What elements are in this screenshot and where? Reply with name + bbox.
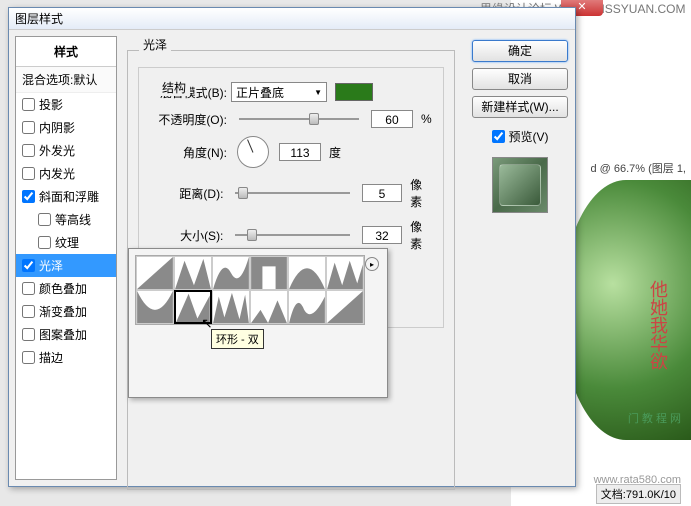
dialog-title: 图层样式 — [9, 8, 575, 30]
blend-defaults[interactable]: 混合选项:默认 — [16, 67, 116, 93]
contour-tooltip: 环形 - 双 — [211, 329, 264, 349]
color-swatch[interactable] — [335, 83, 373, 101]
contour-preset-2[interactable] — [212, 256, 250, 290]
jade-preview — [561, 180, 691, 440]
blend-mode-dropdown[interactable]: 正片叠底 ▼ — [231, 82, 327, 102]
angle-input[interactable]: 113 — [279, 143, 321, 161]
style-item-11[interactable]: 描边 — [16, 346, 116, 369]
size-slider[interactable] — [235, 234, 350, 236]
size-input[interactable]: 32 — [362, 226, 402, 244]
angle-dial[interactable] — [237, 136, 269, 168]
style-item-0[interactable]: 投影 — [16, 93, 116, 116]
opacity-slider[interactable] — [239, 118, 359, 120]
contour-preset-10[interactable] — [288, 290, 326, 324]
contour-preset-9[interactable] — [250, 290, 288, 324]
preview-thumbnail — [492, 157, 548, 213]
cancel-button[interactable]: 取消 — [472, 68, 568, 90]
section-label-structure: 结构 — [158, 79, 190, 96]
contour-preset-3[interactable] — [250, 256, 288, 290]
style-item-8[interactable]: 颜色叠加 — [16, 277, 116, 300]
distance-slider[interactable] — [235, 192, 350, 194]
contour-preset-6[interactable] — [136, 290, 174, 324]
style-item-4[interactable]: 斜面和浮雕 — [16, 185, 116, 208]
new-style-button[interactable]: 新建样式(W)... — [472, 96, 568, 118]
opacity-label: 不透明度(O): — [149, 111, 227, 128]
style-item-10[interactable]: 图案叠加 — [16, 323, 116, 346]
layer-style-dialog: 图层样式 样式 混合选项:默认 投影内阴影外发光内发光斜面和浮雕等高线纹理光泽颜… — [8, 7, 576, 487]
style-item-5[interactable]: 等高线 — [16, 208, 116, 231]
style-item-3[interactable]: 内发光 — [16, 162, 116, 185]
contour-preset-0[interactable] — [136, 256, 174, 290]
distance-label: 距离(D): — [149, 185, 223, 202]
preview-checkbox[interactable]: 预览(V) — [492, 128, 549, 145]
chevron-down-icon: ▼ — [314, 88, 322, 97]
size-label: 大小(S): — [149, 227, 223, 244]
contour-picker-popup: ▸ ↖ 环形 - 双 — [128, 248, 388, 398]
section-label-satin: 光泽 — [139, 36, 171, 53]
style-item-1[interactable]: 内阴影 — [16, 116, 116, 139]
contour-preset-1[interactable] — [174, 256, 212, 290]
ok-button[interactable]: 确定 — [472, 40, 568, 62]
contour-preset-11[interactable] — [326, 290, 364, 324]
contour-preset-4[interactable] — [288, 256, 326, 290]
picker-menu-button[interactable]: ▸ — [365, 257, 379, 271]
style-list: 样式 混合选项:默认 投影内阴影外发光内发光斜面和浮雕等高线纹理光泽颜色叠加渐变… — [15, 36, 117, 480]
style-item-7[interactable]: 光泽 — [16, 254, 116, 277]
contour-preset-8[interactable] — [212, 290, 250, 324]
distance-input[interactable]: 5 — [362, 184, 402, 202]
contour-preset-5[interactable] — [326, 256, 364, 290]
styles-header: 样式 — [16, 37, 116, 67]
watermark: 门 教 程 网 — [628, 410, 681, 426]
style-item-2[interactable]: 外发光 — [16, 139, 116, 162]
seal-stamp: 他她我华欲 — [645, 280, 671, 370]
opacity-input[interactable]: 60 — [371, 110, 413, 128]
zoom-info: d @ 66.7% (图层 1, — [590, 160, 686, 176]
angle-label: 角度(N): — [149, 144, 227, 161]
mouse-cursor-icon: ↖ — [201, 315, 213, 332]
style-item-6[interactable]: 纹理 — [16, 231, 116, 254]
style-item-9[interactable]: 渐变叠加 — [16, 300, 116, 323]
doc-size-info: 文档:791.0K/10 — [596, 484, 681, 504]
